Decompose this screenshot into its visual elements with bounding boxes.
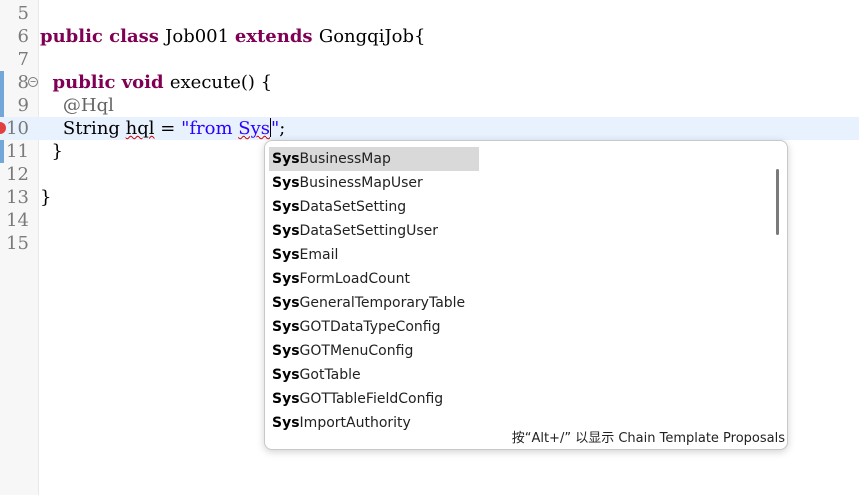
- line-number: 11: [6, 141, 29, 162]
- code-token: "from: [181, 118, 239, 139]
- code-token: execute() {: [169, 72, 273, 93]
- proposal-item[interactable]: SysFormLoadCount: [269, 267, 769, 291]
- code-text: @Hql: [40, 94, 114, 117]
- proposal-suffix: GOTTableFieldConfig: [299, 391, 444, 407]
- proposal-item[interactable]: SysGeneralTemporaryTable: [269, 291, 769, 315]
- code-token: String: [40, 118, 126, 139]
- proposal-item[interactable]: SysDataSetSettingUser: [269, 219, 769, 243]
- code-text: public void execute() {: [40, 71, 273, 94]
- code-token: GongqiJob{: [318, 26, 426, 47]
- proposal-prefix: Sys: [272, 223, 300, 239]
- status-hint: 按“Alt+/” 以显示 Chain Template Proposals: [511, 431, 785, 446]
- line-number: 14: [6, 210, 29, 231]
- line-number: 6: [17, 26, 29, 47]
- code-token: =: [154, 118, 182, 139]
- proposal-prefix: Sys: [272, 391, 300, 407]
- code-text: }: [40, 140, 63, 163]
- code-line[interactable]: 7: [0, 48, 859, 71]
- proposal-item[interactable]: SysGOTDataTypeConfig: [269, 315, 769, 339]
- proposal-suffix: BusinessMapUser: [299, 175, 423, 191]
- line-number: 12: [6, 164, 29, 185]
- code-line[interactable]: 5: [0, 2, 859, 25]
- proposal-suffix: Email: [299, 247, 339, 263]
- line-number: 15: [6, 233, 29, 254]
- proposal-prefix: Sys: [272, 415, 300, 431]
- fold-toggle-icon[interactable]: −: [28, 77, 38, 87]
- proposal-item[interactable]: SysGotTable: [269, 363, 769, 387]
- proposal-prefix: Sys: [272, 151, 300, 167]
- proposal-list[interactable]: SysBusinessMap SysBusinessMapUser SysDataS…: [269, 147, 769, 431]
- code-token: }: [40, 187, 52, 208]
- code-token: public class: [40, 26, 166, 47]
- proposal-prefix: Sys: [272, 367, 300, 383]
- proposal-suffix: GOTDataTypeConfig: [299, 319, 441, 335]
- proposal-item[interactable]: SysGOTTableFieldConfig: [269, 387, 769, 411]
- proposal-suffix: FormLoadCount: [299, 271, 410, 287]
- proposal-suffix: BusinessMap: [299, 151, 391, 167]
- proposal-item[interactable]: SysGOTMenuConfig: [269, 339, 769, 363]
- proposal-prefix: Sys: [272, 175, 300, 191]
- line-number: 7: [17, 49, 29, 70]
- proposal-prefix: Sys: [272, 199, 300, 215]
- code-text: String hql = "from Sys";: [40, 117, 285, 140]
- code-text: }: [40, 186, 51, 209]
- proposal-suffix: ImportAuthority: [299, 415, 411, 431]
- proposal-suffix: GotTable: [299, 367, 361, 383]
- code-token: extends: [234, 26, 319, 47]
- code-line[interactable]: 9 @Hql: [0, 94, 859, 117]
- line-number: 8: [17, 72, 29, 93]
- proposal-prefix: Sys: [272, 247, 300, 263]
- code-token: }: [40, 141, 63, 162]
- code-token: ;: [279, 118, 286, 139]
- scrollbar[interactable]: [776, 169, 779, 235]
- line-number: 13: [6, 187, 29, 208]
- code-token: @Hql: [40, 95, 114, 116]
- code-token: public void: [40, 72, 170, 93]
- code-line[interactable]: 8− public void execute() {: [0, 71, 859, 94]
- code-line[interactable]: 6 public class Job001 extends GongqiJob{: [0, 25, 859, 48]
- line-number: 5: [17, 3, 29, 24]
- line-number: 9: [17, 95, 29, 116]
- proposal-prefix: Sys: [272, 295, 300, 311]
- proposal-prefix: Sys: [272, 319, 300, 335]
- proposal-suffix: GeneralTemporaryTable: [299, 295, 466, 311]
- proposal-item[interactable]: SysEmail: [269, 243, 769, 267]
- code-token: hql: [125, 118, 155, 139]
- proposal-item[interactable]: SysImportAuthority: [269, 411, 769, 431]
- content-assist-popup: SysBusinessMap SysBusinessMapUser SysDataS…: [264, 140, 788, 450]
- proposal-prefix: Sys: [272, 343, 300, 359]
- code-token: Job001: [165, 26, 235, 47]
- proposal-item[interactable]: SysBusinessMapUser: [269, 171, 769, 195]
- code-line[interactable]: 10 String hql = "from Sys";: [0, 117, 859, 140]
- code-text: public class Job001 extends GongqiJob{: [40, 25, 425, 48]
- proposal-suffix: DataSetSetting: [299, 199, 407, 215]
- proposal-suffix: GOTMenuConfig: [299, 343, 414, 359]
- proposal-item[interactable]: SysBusinessMap: [269, 147, 479, 171]
- proposal-prefix: Sys: [272, 271, 300, 287]
- proposal-item[interactable]: SysDataSetSetting: [269, 195, 769, 219]
- code-token: Sys: [238, 118, 270, 139]
- proposal-suffix: DataSetSettingUser: [299, 223, 439, 239]
